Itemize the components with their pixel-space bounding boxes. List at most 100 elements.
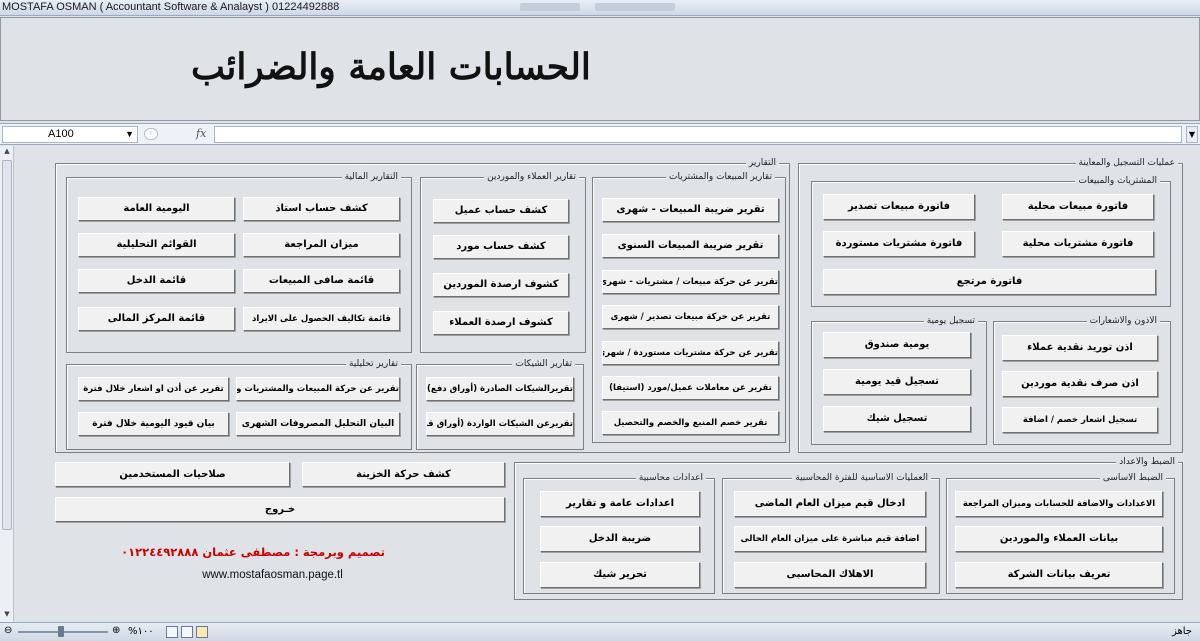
name-box[interactable]: A100 ▼	[2, 126, 138, 143]
company-data-button[interactable]: تعريف بيانات الشركة	[955, 562, 1163, 588]
export-sales-movement-button[interactable]: تقرير عن حركة مبيعات تصدير / شهرى	[602, 305, 779, 329]
vertical-scrollbar[interactable]: ▲ ▼	[0, 146, 14, 622]
zoom-level[interactable]: %١٠٠	[128, 626, 154, 637]
cheques-reports-group: تقارير الشيكات تقريرالشيكات الصادرة (أور…	[416, 358, 584, 450]
purchases-sales-group: المشتريات والمبيعات فاتورة مبيعات محلية …	[811, 175, 1171, 307]
setup-group-title: الضبط والاعداد	[1116, 456, 1178, 468]
customer-balances-button[interactable]: كشوف ارصدة العملاء	[433, 311, 569, 335]
setup-group: الضبط والاعداد الضبط الاساسى الاعدادات و…	[514, 456, 1183, 600]
normal-view-icon[interactable]	[196, 626, 208, 638]
formula-bar: A100 ▼ ◦ fx ▼	[0, 123, 1200, 145]
analytical-statements-button[interactable]: القوائم التحليلية	[78, 233, 235, 257]
withholding-tax-report-button[interactable]: تقرير خصم المنبع والخصم والتحصيل	[602, 411, 779, 435]
write-cheque-button[interactable]: تحرير شيك	[540, 562, 700, 588]
vouchers-group: الاذون والاشعارات اذن توريد نقدية عملاء …	[993, 315, 1171, 445]
export-sales-invoice-button[interactable]: فاتورة مبيعات تصدير	[823, 194, 975, 220]
daily-entry-title: تسجيل يومية	[923, 315, 978, 327]
zoom-out-icon[interactable]: ⊖	[4, 625, 12, 636]
page-break-view-icon[interactable]	[166, 626, 178, 638]
basic-setup-title: الضبط الاساسى	[1099, 472, 1166, 484]
monthly-sales-tax-button[interactable]: تقرير ضريبة المبيعات - شهرى	[602, 198, 779, 222]
general-journal-button[interactable]: اليومية العامة	[78, 197, 235, 221]
zoom-in-icon[interactable]: ⊕	[112, 625, 120, 636]
zoom-slider-handle[interactable]	[58, 626, 64, 637]
vouchers-title: الاذون والاشعارات	[1086, 315, 1160, 327]
period-operations-group: العمليات الاساسية للفترة المحاسبية ادخال…	[722, 472, 940, 594]
customer-statement-button[interactable]: كشف حساب عميل	[433, 199, 569, 223]
scroll-down-icon[interactable]: ▼	[1, 610, 13, 621]
sales-purchases-movement-button[interactable]: تقرير عن حركة مبيعات / مشتريات - شهرى	[602, 270, 779, 294]
annual-sales-tax-button[interactable]: تقرير ضريبة المبيعات السنوى	[602, 234, 779, 258]
financial-position-button[interactable]: قائمة المركز المالى	[78, 307, 235, 331]
sales-purchases-returns-report-button[interactable]: تقرير عن حركة المبيعات والمشتريات والمرت…	[236, 377, 400, 401]
formula-input[interactable]	[214, 126, 1182, 143]
customer-supplier-transactions-button[interactable]: تقرير عن معاملات عميل/مورد (استيفا)	[602, 376, 779, 400]
analytical-reports-title: تقارير تحليلية	[345, 358, 401, 370]
general-settings-button[interactable]: اعدادات عامة و تقارير	[540, 491, 700, 517]
local-sales-invoice-button[interactable]: فاتورة مبيعات محلية	[1002, 194, 1154, 220]
financial-reports-title: التقارير المالية	[341, 171, 401, 183]
analytical-reports-group: تقارير تحليلية تقرير عن حركة المبيعات وا…	[66, 358, 412, 450]
sales-purchases-reports-title: تقارير المبيعات والمشتريات	[666, 171, 775, 183]
import-purchase-invoice-button[interactable]: فاتورة مشتريات مستوردة	[823, 231, 975, 257]
designer-credit: تصميم وبرمجة : مصطفى عثمان ٠١٢٢٤٤٩٢٨٨٨	[121, 545, 385, 559]
title-bar-faded-text	[520, 3, 580, 11]
trial-balance-button[interactable]: ميزان المراجعة	[243, 233, 400, 257]
accounting-settings-group: اعدادات محاسبية اعدادات عامة و تقارير ضر…	[523, 472, 715, 594]
net-sales-statement-button[interactable]: قائمة صافى المبيعات	[243, 269, 400, 293]
chevron-down-icon[interactable]: ▼	[125, 127, 134, 142]
monthly-expenses-analysis-button[interactable]: البيان التحليل المصروفات الشهرى	[236, 412, 400, 436]
scrollbar-thumb[interactable]	[2, 160, 12, 530]
journal-entries-period-button[interactable]: بيان قيود اليومية خلال فترة	[78, 412, 229, 436]
zoom-lens-icon[interactable]: ◦	[144, 128, 158, 140]
received-cheques-report-button[interactable]: تقريرعن الشيكات الواردة (أوراق قبض)	[426, 412, 574, 436]
revenue-cost-statement-button[interactable]: قائمة تكاليف الحصول على الايراد	[243, 307, 400, 331]
customers-suppliers-data-button[interactable]: بيانات العملاء والموردين	[955, 526, 1163, 552]
cash-receipt-voucher-button[interactable]: اذن توريد نقدية عملاء	[1002, 335, 1158, 361]
accounts-setup-button[interactable]: الاعدادات والاضافة للحسابات وميزان المرا…	[955, 491, 1163, 517]
exit-button[interactable]: خـروج	[55, 497, 505, 522]
issued-cheques-report-button[interactable]: تقريرالشيكات الصادرة (أوراق دفع)	[426, 377, 574, 401]
purchases-sales-title: المشتريات والمبيعات	[1075, 175, 1160, 187]
user-permissions-button[interactable]: صلاحيات المستخدمين	[55, 462, 290, 487]
daily-entry-group: تسجيل يومية يومية صندوق تسجيل قيد يومية …	[811, 315, 987, 445]
insert-function-button[interactable]: fx	[196, 127, 206, 140]
local-purchase-invoice-button[interactable]: فاتورة مشتريات محلية	[1002, 231, 1154, 257]
expand-formula-icon[interactable]: ▼	[1186, 126, 1198, 143]
period-operations-title: العمليات الاساسية للفترة المحاسبية	[792, 472, 931, 484]
status-ready: جاهز	[1171, 626, 1192, 637]
name-box-value: A100	[48, 128, 74, 140]
cash-journal-button[interactable]: يومية صندوق	[823, 332, 971, 358]
return-invoice-button[interactable]: فاتورة مرتجع	[823, 269, 1156, 295]
sales-purchases-reports-group: تقارير المبيعات والمشتريات تقرير ضريبة ا…	[592, 171, 786, 443]
voucher-period-report-button[interactable]: تقرير عن أذن او اشعار خلال فترة	[78, 377, 229, 401]
page-title: الحسابات العامة والضرائب	[191, 46, 591, 88]
registration-group: عمليات التسجيل والمعاينة المشتريات والمب…	[798, 157, 1183, 453]
status-bar: ⊖ ⊕ %١٠٠ جاهز	[0, 622, 1200, 641]
last-year-balance-button[interactable]: ادخال قيم ميزان العام الماضى	[734, 491, 926, 517]
cheques-reports-title: تقارير الشيكات	[512, 358, 575, 370]
supplier-statement-button[interactable]: كشف حساب مورد	[433, 235, 569, 259]
register-cheque-button[interactable]: تسجيل شيك	[823, 406, 971, 432]
depreciation-button[interactable]: الاهلاك المحاسبى	[734, 562, 926, 588]
basic-setup-group: الضبط الاساسى الاعدادات والاضافة للحسابا…	[946, 472, 1175, 594]
page-layout-view-icon[interactable]	[181, 626, 193, 638]
scroll-up-icon[interactable]: ▲	[1, 147, 13, 158]
income-statement-button[interactable]: قائمة الدخل	[78, 269, 235, 293]
income-tax-button[interactable]: ضريبة الدخل	[540, 526, 700, 552]
website-link[interactable]: www.mostafaosman.page.tl	[160, 569, 385, 581]
treasury-movement-button[interactable]: كشف حركة الخزينة	[302, 462, 505, 487]
supplier-balances-button[interactable]: كشوف ارصدة الموردين	[433, 273, 569, 297]
header-banner: الحسابات العامة والضرائب	[0, 17, 1200, 121]
current-year-balance-button[interactable]: اضافة قيم مباشرة على ميزان العام الحالى	[734, 526, 926, 552]
cash-payment-voucher-button[interactable]: اذن صرف نقدية موردين	[1002, 371, 1158, 397]
ledger-statement-button[interactable]: كشف حساب استاذ	[243, 197, 400, 221]
journal-entry-button[interactable]: تسجيل قيد يومية	[823, 369, 971, 395]
reports-group-title: التقارير	[745, 157, 779, 169]
window-title-bar: MOSTAFA OSMAN ( Accountant Software & An…	[0, 0, 1200, 16]
registration-group-title: عمليات التسجيل والمعاينة	[1075, 157, 1178, 169]
import-purchases-movement-button[interactable]: تقرير عن حركة مشتريات مستوردة / شهرى	[602, 341, 779, 365]
accounting-settings-title: اعدادات محاسبية	[635, 472, 706, 484]
debit-credit-note-button[interactable]: تسجيل اشعار خصم / اضافة	[1002, 407, 1158, 433]
window-title: MOSTAFA OSMAN ( Accountant Software & An…	[2, 1, 340, 13]
